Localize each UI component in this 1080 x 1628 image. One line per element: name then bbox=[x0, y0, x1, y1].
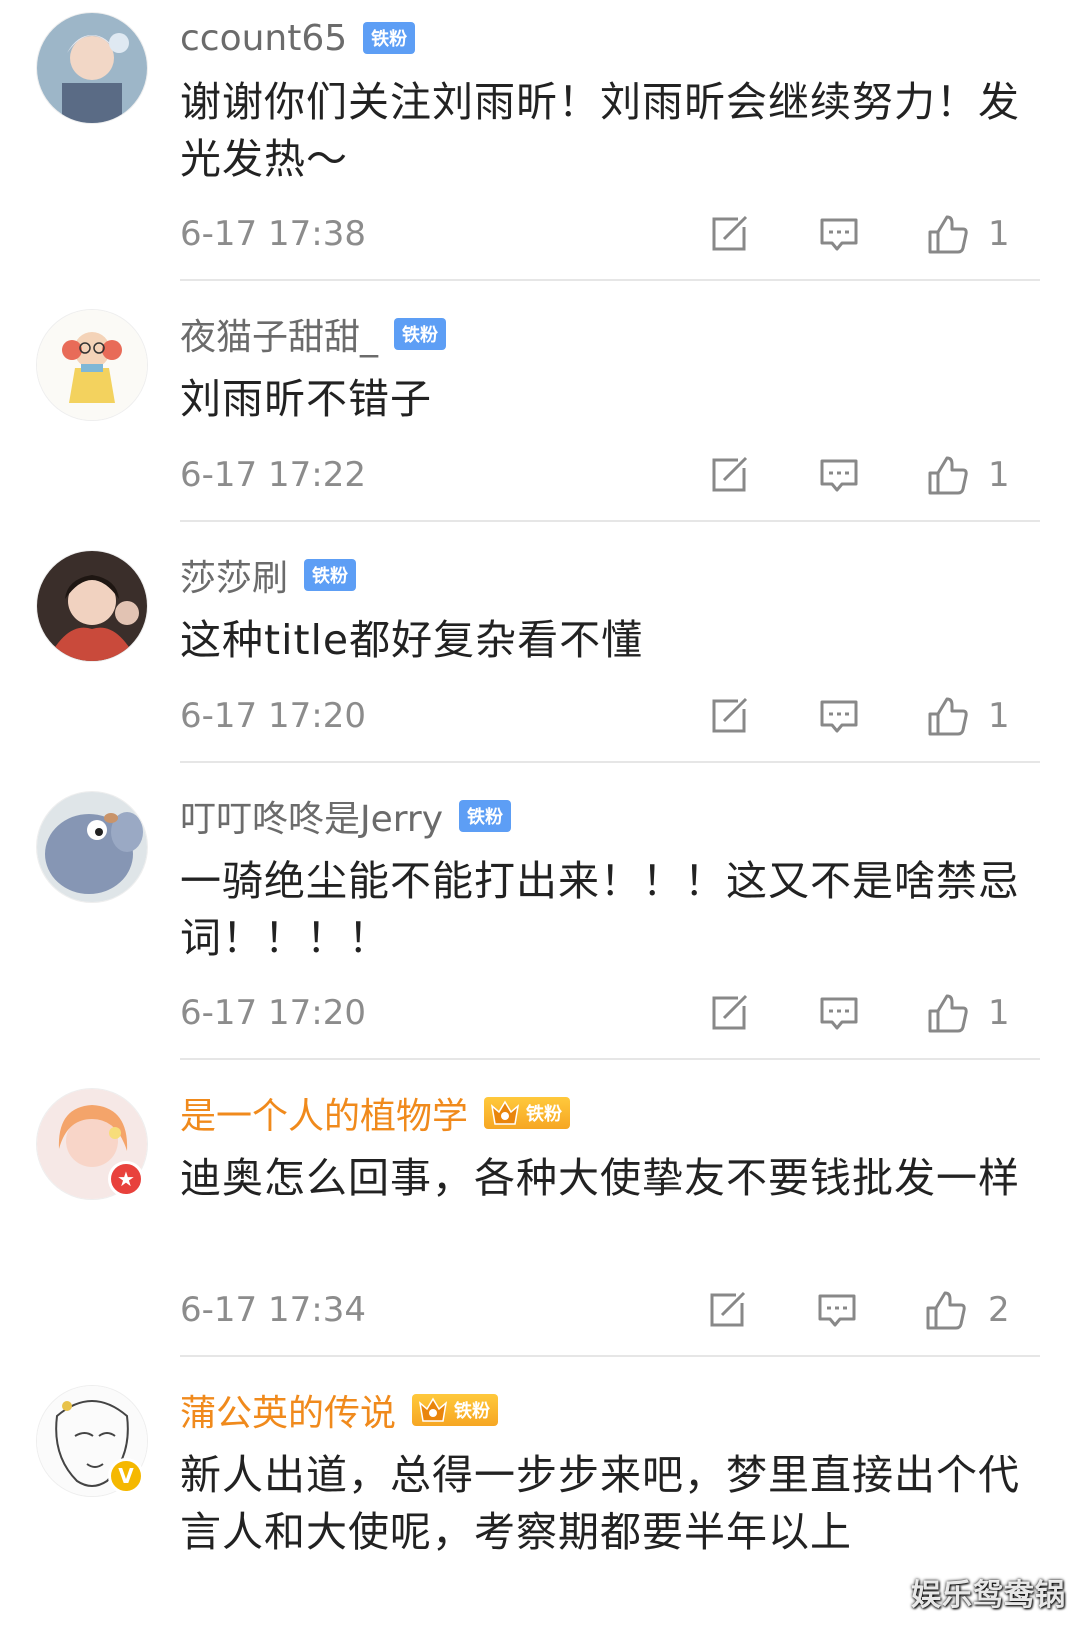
like-count: 1 bbox=[988, 455, 1010, 495]
verified-v-badge: V bbox=[108, 1458, 144, 1494]
repost-icon[interactable] bbox=[706, 1289, 748, 1331]
name-row: 莎莎刷 铁粉 bbox=[180, 549, 357, 601]
crown-icon bbox=[490, 1100, 520, 1125]
name-row: 是一个人的植物学 铁粉 bbox=[180, 1087, 571, 1139]
meta-row: 6-17 17:20 1 bbox=[180, 988, 1010, 1038]
like-count: 2 bbox=[988, 1290, 1010, 1330]
timestamp: 6-17 17:34 bbox=[180, 1290, 366, 1330]
fan-badge: 铁粉 bbox=[394, 318, 447, 350]
like-count: 1 bbox=[988, 214, 1010, 254]
meta-row: 6-17 17:20 1 bbox=[180, 691, 1010, 741]
meta-row: 6-17 17:22 1 bbox=[180, 450, 1010, 500]
comment-text: 新人出道，总得一步步来吧，梦里直接出个代言人和大使呢，考察期都要半年以上 bbox=[180, 1451, 1020, 1556]
comment-icon[interactable] bbox=[818, 213, 860, 255]
timestamp: 6-17 17:20 bbox=[180, 696, 366, 736]
comment-icon[interactable] bbox=[818, 695, 860, 737]
divider bbox=[180, 520, 1040, 522]
name-row: ccount65 铁粉 bbox=[180, 13, 416, 63]
username[interactable]: 蒲公英的传说 bbox=[180, 1384, 396, 1436]
repost-icon[interactable] bbox=[708, 213, 750, 255]
comment-text: 迪奥怎么回事，各种大使挚友不要钱批发一样 bbox=[180, 1154, 1020, 1202]
avatar[interactable] bbox=[36, 791, 148, 903]
fan-badge-label: 铁粉 bbox=[454, 1401, 491, 1422]
comment-text: 谢谢你们关注刘雨昕！刘雨昕会继续努力！发光发热～ bbox=[180, 78, 1020, 183]
comment-icon[interactable] bbox=[818, 454, 860, 496]
name-row: 夜猫子甜甜_ 铁粉 bbox=[180, 308, 447, 360]
repost-icon[interactable] bbox=[708, 695, 750, 737]
meta-row: 6-17 17:34 2 bbox=[180, 1285, 1010, 1335]
username[interactable]: 是一个人的植物学 bbox=[180, 1087, 468, 1139]
meta-row: 6-17 17:38 1 bbox=[180, 209, 1010, 259]
thumbs-up-icon[interactable] bbox=[926, 992, 968, 1034]
fan-badge: 铁粉 bbox=[304, 559, 357, 591]
divider bbox=[180, 1355, 1040, 1357]
repost-icon[interactable] bbox=[708, 992, 750, 1034]
timestamp: 6-17 17:20 bbox=[180, 993, 366, 1033]
divider bbox=[180, 761, 1040, 763]
username[interactable]: 莎莎刷 bbox=[180, 549, 288, 601]
comment-text: 刘雨昕不错子 bbox=[180, 375, 432, 423]
like-count: 1 bbox=[988, 696, 1010, 736]
watermark: 娱乐鸳鸯锅 bbox=[911, 1578, 1066, 1613]
timestamp: 6-17 17:22 bbox=[180, 455, 366, 495]
username[interactable]: 夜猫子甜甜_ bbox=[180, 308, 378, 360]
thumbs-up-icon[interactable] bbox=[926, 213, 968, 255]
timestamp: 6-17 17:38 bbox=[180, 214, 366, 254]
comment-text: 一骑绝尘能不能打出来！！！这又不是啥禁忌词！！！！ bbox=[180, 857, 1020, 962]
avatar[interactable] bbox=[36, 309, 148, 421]
verified-star-badge: ★ bbox=[108, 1161, 144, 1197]
divider bbox=[180, 1058, 1040, 1060]
comment-icon[interactable] bbox=[818, 992, 860, 1034]
repost-icon[interactable] bbox=[708, 454, 750, 496]
fan-badge-label: 铁粉 bbox=[526, 1104, 563, 1125]
username[interactable]: ccount65 bbox=[180, 18, 347, 59]
comment-icon[interactable] bbox=[816, 1289, 858, 1331]
name-row: 蒲公英的传说 铁粉 bbox=[180, 1384, 499, 1436]
thumbs-up-icon[interactable] bbox=[924, 1289, 966, 1331]
fan-badge: 铁粉 bbox=[363, 22, 416, 54]
thumbs-up-icon[interactable] bbox=[926, 695, 968, 737]
username[interactable]: 叮叮咚咚是Jerry bbox=[180, 790, 443, 842]
like-count: 1 bbox=[988, 993, 1010, 1033]
avatar[interactable] bbox=[36, 550, 148, 662]
divider bbox=[180, 279, 1040, 281]
name-row: 叮叮咚咚是Jerry 铁粉 bbox=[180, 790, 512, 842]
crown-icon bbox=[418, 1397, 448, 1422]
fan-badge: 铁粉 bbox=[459, 800, 512, 832]
comment-text: 这种title都好复杂看不懂 bbox=[180, 616, 644, 664]
avatar[interactable] bbox=[36, 12, 148, 124]
thumbs-up-icon[interactable] bbox=[926, 454, 968, 496]
fan-badge: 铁粉 bbox=[484, 1097, 571, 1129]
fan-badge: 铁粉 bbox=[412, 1394, 499, 1426]
